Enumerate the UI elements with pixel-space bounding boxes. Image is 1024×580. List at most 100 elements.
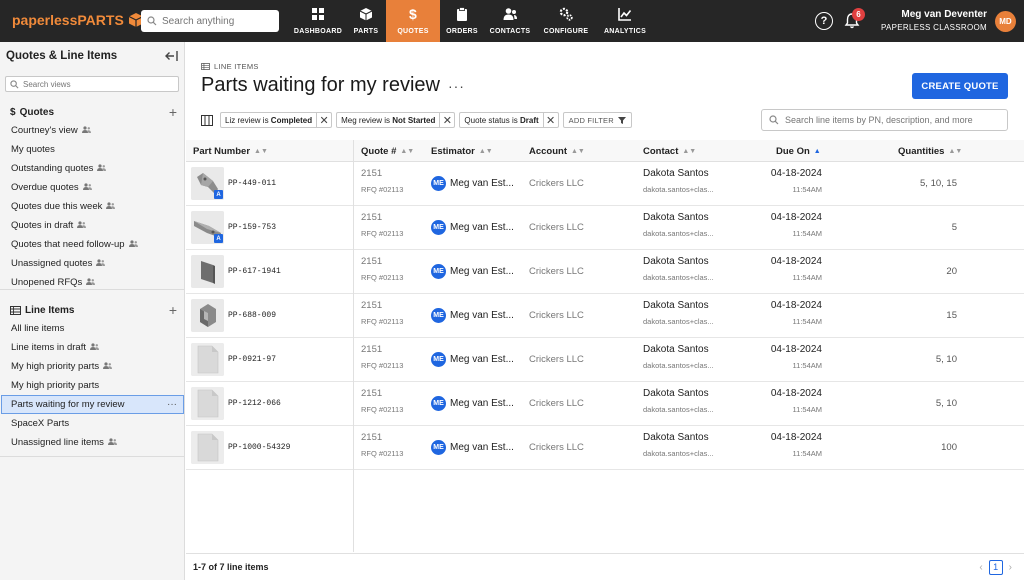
col-part-number[interactable]: Part Number ▲▼ [193, 140, 268, 162]
sidebar-item[interactable]: All line items [0, 319, 185, 338]
sidebar-item[interactable]: Quotes in draft [0, 216, 185, 235]
quote-number[interactable]: 2151 [361, 212, 382, 223]
nav-dashboard[interactable]: DASHBOARD [290, 0, 346, 42]
col-estimator[interactable]: Estimator ▲▼ [431, 140, 493, 162]
quote-number[interactable]: 2151 [361, 344, 382, 355]
col-due-on[interactable]: Due On ▲ [776, 140, 821, 162]
page-1-button[interactable]: 1 [988, 559, 1003, 575]
line-item-search-input[interactable] [785, 115, 995, 125]
table-row[interactable]: A PP-159-753 2151 RFQ #02113 ME Meg van Est..… [186, 206, 1024, 250]
sidebar-item[interactable]: My high priority parts [0, 376, 185, 395]
views-search[interactable] [5, 76, 179, 92]
close-icon[interactable]: ✕ [542, 113, 558, 127]
avatar: ME [431, 440, 446, 455]
view-options-button[interactable]: ··· [448, 78, 465, 94]
prev-page-button[interactable]: ‹ [979, 562, 982, 573]
col-account[interactable]: Account ▲▼ [529, 140, 585, 162]
global-search[interactable] [141, 10, 279, 32]
part-number[interactable]: PP-1212-066 [228, 399, 281, 408]
sidebar-item[interactable]: My quotes [0, 140, 185, 159]
nav-quotes[interactable]: $ QUOTES [386, 0, 440, 42]
part-number[interactable]: PP-617-1941 [228, 267, 281, 276]
help-icon[interactable]: ? [814, 12, 833, 30]
views-search-input[interactable] [23, 79, 173, 89]
sidebar-item[interactable]: My high priority parts [0, 357, 185, 376]
search-icon [769, 115, 779, 125]
avatar[interactable]: MD [995, 10, 1016, 32]
filter-chip[interactable]: Meg review is Not Started ✕ [336, 112, 456, 128]
account-name[interactable]: Crickers LLC [529, 222, 584, 233]
table-row[interactable]: PP-1212-066 2151 RFQ #02113 ME Meg van Est..… [186, 382, 1024, 426]
table-row[interactable]: PP-688-009 2151 RFQ #02113 ME Meg van Est...… [186, 294, 1024, 338]
sidebar-item[interactable]: Courtney's view [0, 121, 185, 140]
part-thumbnail[interactable] [191, 255, 224, 288]
line-item-search[interactable] [761, 109, 1008, 131]
table-row[interactable]: PP-617-1941 2151 RFQ #02113 ME Meg van Est..… [186, 250, 1024, 294]
table-row[interactable]: PP-0921-97 2151 RFQ #02113 ME Meg van Est...… [186, 338, 1024, 382]
collapse-sidebar-icon[interactable] [165, 50, 179, 62]
brand-logo[interactable]: paperlessPARTS [12, 12, 144, 28]
view-more-button[interactable]: ··· [167, 399, 177, 410]
sidebar-item[interactable]: SpaceX Parts [0, 414, 185, 433]
sidebar-item[interactable]: Outstanding quotes [0, 159, 185, 178]
nav-contacts[interactable]: CONTACTS [484, 0, 536, 42]
part-number[interactable]: PP-1000-54329 [228, 443, 290, 452]
nav-label: ORDERS [446, 28, 478, 35]
rfq-number: RFQ #02113 [361, 185, 404, 194]
sidebar-item[interactable]: Line items in draft [0, 338, 185, 357]
account-name[interactable]: Crickers LLC [529, 178, 584, 189]
nav-configure[interactable]: CONFIGURE [536, 0, 596, 42]
part-number[interactable]: PP-449-011 [228, 179, 276, 188]
close-icon[interactable]: ✕ [316, 113, 331, 127]
quote-number[interactable]: 2151 [361, 168, 382, 179]
part-thumbnail[interactable] [191, 431, 224, 464]
create-quote-button[interactable]: CREATE QUOTE [912, 73, 1008, 99]
next-page-button[interactable]: › [1009, 562, 1012, 573]
estimator: ME Meg van Est... [431, 352, 514, 367]
col-quote[interactable]: Quote # ▲▼ [361, 140, 414, 162]
part-number[interactable]: PP-0921-97 [228, 355, 276, 364]
nav-orders[interactable]: ORDERS [440, 0, 484, 42]
part-number[interactable]: PP-159-753 [228, 223, 276, 232]
list-icon [10, 305, 21, 315]
account-name[interactable]: Crickers LLC [529, 398, 584, 409]
quote-number[interactable]: 2151 [361, 388, 382, 399]
user-info[interactable]: Meg van Deventer PAPERLESS CLASSROOM [881, 8, 987, 34]
quote-number[interactable]: 2151 [361, 432, 382, 443]
account-name[interactable]: Crickers LLC [529, 442, 584, 453]
columns-icon[interactable] [201, 114, 213, 126]
close-icon[interactable]: ✕ [439, 113, 454, 127]
dashboard-icon [311, 7, 325, 23]
sidebar-item[interactable]: Unassigned line items [0, 433, 185, 452]
nav-parts[interactable]: PARTS [346, 0, 386, 42]
part-number[interactable]: PP-688-009 [228, 311, 276, 320]
nav-analytics[interactable]: ANALYTICS [596, 0, 654, 42]
account-name[interactable]: Crickers LLC [529, 310, 584, 321]
sidebar-item[interactable]: Parts waiting for my review ··· [1, 395, 184, 414]
part-thumbnail[interactable] [191, 387, 224, 420]
sidebar-item[interactable]: Unassigned quotes [0, 254, 185, 273]
part-thumbnail[interactable]: A [191, 167, 224, 200]
quote-number[interactable]: 2151 [361, 256, 382, 267]
part-thumbnail[interactable] [191, 343, 224, 376]
sidebar-item[interactable]: Quotes that need follow-up [0, 235, 185, 254]
filter-bar: Liz review is Completed ✕ Meg review is No… [201, 112, 632, 128]
table-row[interactable]: PP-1000-54329 2151 RFQ #02113 ME Meg van Est… [186, 426, 1024, 470]
sidebar-item[interactable]: Quotes due this week [0, 197, 185, 216]
account-name[interactable]: Crickers LLC [529, 354, 584, 365]
add-line-view-button[interactable]: + [169, 302, 177, 318]
part-thumbnail[interactable]: A [191, 211, 224, 244]
account-name[interactable]: Crickers LLC [529, 266, 584, 277]
part-thumbnail[interactable] [191, 299, 224, 332]
col-contact[interactable]: Contact ▲▼ [643, 140, 696, 162]
filter-chip[interactable]: Quote status is Draft ✕ [459, 112, 559, 128]
quote-number[interactable]: 2151 [361, 300, 382, 311]
table-row[interactable]: A PP-449-011 2151 RFQ #02113 ME Meg van Est..… [186, 162, 1024, 206]
global-search-input[interactable] [162, 15, 272, 27]
add-quote-view-button[interactable]: + [169, 104, 177, 120]
sidebar-item[interactable]: Overdue quotes [0, 178, 185, 197]
col-quantities[interactable]: Quantities ▲▼ [898, 140, 962, 162]
add-filter-button[interactable]: ADD FILTER [562, 112, 632, 128]
notifications-button[interactable]: 6 [843, 8, 865, 30]
filter-chip[interactable]: Liz review is Completed ✕ [220, 112, 333, 128]
